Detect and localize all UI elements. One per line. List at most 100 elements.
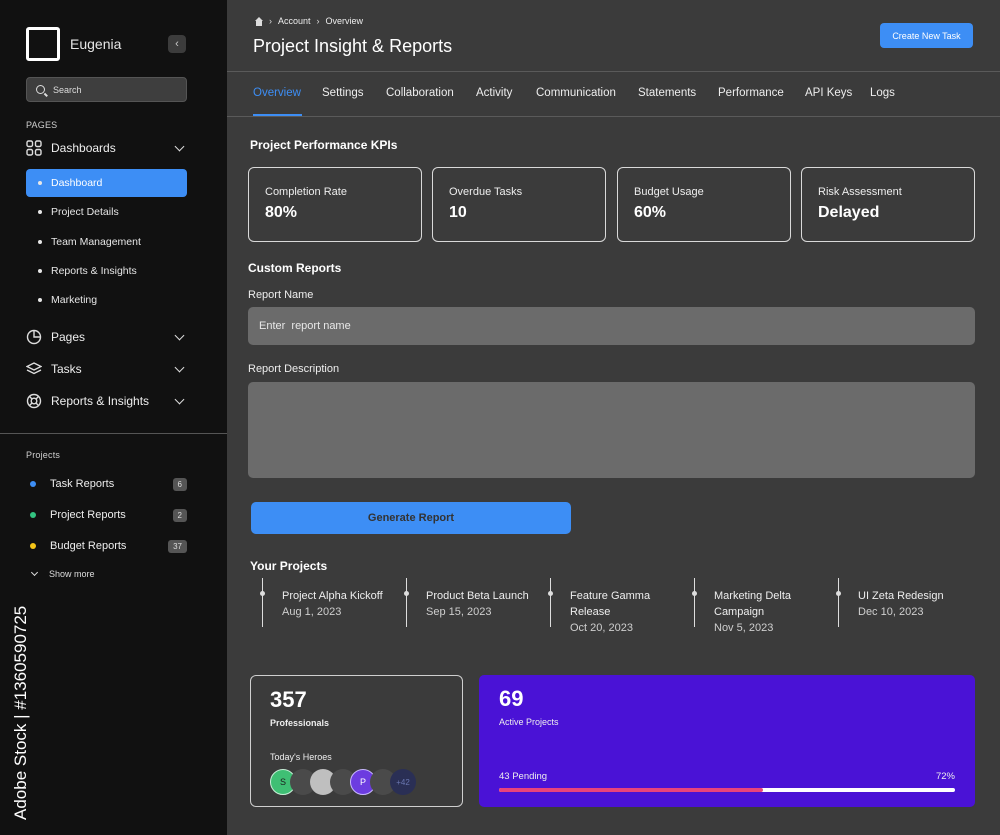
tab-logs[interactable]: Logs bbox=[870, 87, 895, 99]
kpi-label: Overdue Tasks bbox=[449, 186, 523, 198]
show-more-label: Show more bbox=[49, 569, 95, 579]
kpi-value: 60% bbox=[634, 204, 667, 221]
kpi-value: Delayed bbox=[818, 204, 880, 221]
page-title: Project Insight & Reports bbox=[253, 36, 453, 56]
active-projects-card: 69 Active Projects 43 Pending 72% bbox=[479, 675, 975, 807]
project-item-task-reports[interactable]: Task Reports 6 bbox=[30, 475, 187, 493]
sidebar-item-team-management[interactable]: Team Management bbox=[26, 228, 187, 256]
show-more-button[interactable]: Show more bbox=[30, 568, 95, 579]
timeline-line bbox=[262, 578, 263, 627]
nav-group-tasks[interactable]: Tasks bbox=[26, 359, 187, 379]
projects-section-label: Projects bbox=[26, 450, 61, 460]
collapse-sidebar-button[interactable]: ‹ bbox=[168, 35, 186, 53]
page-header: › Account › Overview Project Insight & R… bbox=[227, 0, 1000, 72]
project-item-budget-reports[interactable]: Budget Reports 37 bbox=[30, 537, 187, 555]
custom-reports-title: Custom Reports bbox=[248, 261, 342, 275]
breadcrumb-account[interactable]: Account bbox=[278, 16, 311, 26]
kpi-section-title: Project Performance KPIs bbox=[250, 138, 398, 152]
sidebar-item-label: Marketing bbox=[51, 294, 98, 306]
project-date: Nov 5, 2023 bbox=[714, 622, 774, 634]
nav-group-label: Tasks bbox=[51, 362, 82, 376]
tab-communication[interactable]: Communication bbox=[536, 87, 616, 99]
nav-group-label: Reports & Insights bbox=[51, 394, 150, 408]
project-timeline-item[interactable]: Feature Gamma Release Oct 20, 2023 bbox=[539, 578, 679, 634]
timeline-dot-icon bbox=[404, 591, 409, 596]
bullet-icon bbox=[38, 269, 42, 273]
nav-group-label: Dashboards bbox=[51, 141, 116, 155]
sidebar-item-dashboard[interactable]: Dashboard bbox=[26, 169, 187, 197]
more-avatars-badge[interactable]: +42 bbox=[390, 769, 416, 795]
progress-bar-fill bbox=[499, 788, 764, 792]
timeline-line bbox=[694, 578, 695, 627]
project-name: Product Beta Launch bbox=[426, 590, 529, 602]
report-description-textarea[interactable] bbox=[248, 382, 975, 478]
tab-collaboration[interactable]: Collaboration bbox=[386, 87, 454, 99]
timeline-line bbox=[838, 578, 839, 627]
project-date: Oct 20, 2023 bbox=[570, 622, 633, 634]
progress-percent: 72% bbox=[935, 771, 955, 782]
tab-settings[interactable]: Settings bbox=[322, 87, 364, 99]
count-badge: 37 bbox=[168, 539, 187, 553]
brand[interactable]: Eugenia bbox=[26, 27, 121, 61]
tab-overview[interactable]: Overview bbox=[253, 87, 301, 99]
project-name: Marketing Delta Campaign bbox=[714, 590, 792, 618]
pie-chart-icon bbox=[26, 329, 42, 345]
breadcrumb: › Account › Overview bbox=[254, 16, 369, 26]
project-timeline-item[interactable]: Marketing Delta Campaign Nov 5, 2023 bbox=[683, 578, 823, 634]
project-item-label: Project Reports bbox=[50, 509, 126, 521]
chevron-down-icon bbox=[174, 330, 185, 340]
sidebar-item-label: Project Details bbox=[51, 206, 119, 218]
create-new-task-button[interactable]: Create New Task bbox=[880, 23, 973, 48]
kpi-card-budget-usage: Budget Usage 60% bbox=[617, 167, 791, 242]
sidebar-item-label: Team Management bbox=[51, 236, 141, 248]
kpi-value: 80% bbox=[265, 204, 298, 221]
nav-group-reports-insights[interactable]: Reports & Insights bbox=[26, 391, 187, 411]
tab-activity[interactable]: Activity bbox=[476, 87, 512, 99]
tab-performance[interactable]: Performance bbox=[718, 87, 784, 99]
home-icon[interactable] bbox=[254, 16, 264, 26]
nav-group-pages[interactable]: Pages bbox=[26, 327, 187, 347]
tab-api-keys[interactable]: API Keys bbox=[805, 87, 852, 99]
report-name-input[interactable] bbox=[248, 307, 975, 345]
project-name: Feature Gamma Release bbox=[570, 590, 651, 618]
chevron-right-icon: › bbox=[316, 16, 320, 26]
breadcrumb-overview: Overview bbox=[325, 16, 364, 26]
yellow-dot-icon bbox=[30, 543, 36, 549]
kpi-card-risk-assessment: Risk Assessment Delayed bbox=[801, 167, 975, 242]
bullet-icon bbox=[38, 210, 42, 214]
generate-report-button[interactable]: Generate Report bbox=[251, 502, 571, 534]
green-dot-icon bbox=[30, 512, 36, 518]
chevron-down-icon bbox=[174, 362, 185, 372]
timeline-dot-icon bbox=[836, 591, 841, 596]
sidebar: Eugenia ‹ PAGES Dashboards Dashboard Pro… bbox=[0, 0, 227, 835]
sidebar-item-marketing[interactable]: Marketing bbox=[26, 286, 187, 314]
sidebar-item-label: Dashboard bbox=[51, 177, 103, 189]
brand-name: Eugenia bbox=[70, 36, 122, 52]
tab-bar: Overview Settings Collaboration Activity… bbox=[227, 73, 1000, 117]
bullet-icon bbox=[38, 181, 42, 185]
report-name-label: Report Name bbox=[248, 289, 314, 301]
search-input[interactable] bbox=[53, 84, 173, 95]
project-date: Aug 1, 2023 bbox=[282, 606, 342, 618]
nav-group-dashboards[interactable]: Dashboards bbox=[26, 138, 187, 158]
count-badge: 6 bbox=[172, 477, 187, 491]
blue-dot-icon bbox=[30, 481, 36, 487]
report-description-label: Report Description bbox=[248, 363, 340, 375]
kpi-card-completion-rate: Completion Rate 80% bbox=[248, 167, 422, 242]
tab-statements[interactable]: Statements bbox=[638, 87, 696, 99]
pages-section-label: PAGES bbox=[26, 120, 58, 130]
timeline-line bbox=[406, 578, 407, 627]
sidebar-item-reports-insights[interactable]: Reports & Insights bbox=[26, 257, 187, 285]
progress-bar bbox=[499, 788, 955, 792]
bullet-icon bbox=[38, 240, 42, 244]
kpi-label: Budget Usage bbox=[634, 186, 704, 198]
project-timeline-item[interactable]: UI Zeta Redesign Dec 10, 2023 bbox=[827, 578, 967, 628]
project-date: Dec 10, 2023 bbox=[858, 606, 924, 618]
sidebar-item-project-details[interactable]: Project Details bbox=[26, 198, 187, 226]
project-item-project-reports[interactable]: Project Reports 2 bbox=[30, 506, 187, 524]
project-timeline-item[interactable]: Product Beta Launch Sep 15, 2023 bbox=[395, 578, 535, 628]
lifebuoy-icon bbox=[26, 393, 42, 409]
chevron-down-icon bbox=[174, 394, 185, 404]
search-box[interactable] bbox=[26, 77, 187, 102]
project-timeline-item[interactable]: Project Alpha Kickoff Aug 1, 2023 bbox=[251, 578, 391, 628]
